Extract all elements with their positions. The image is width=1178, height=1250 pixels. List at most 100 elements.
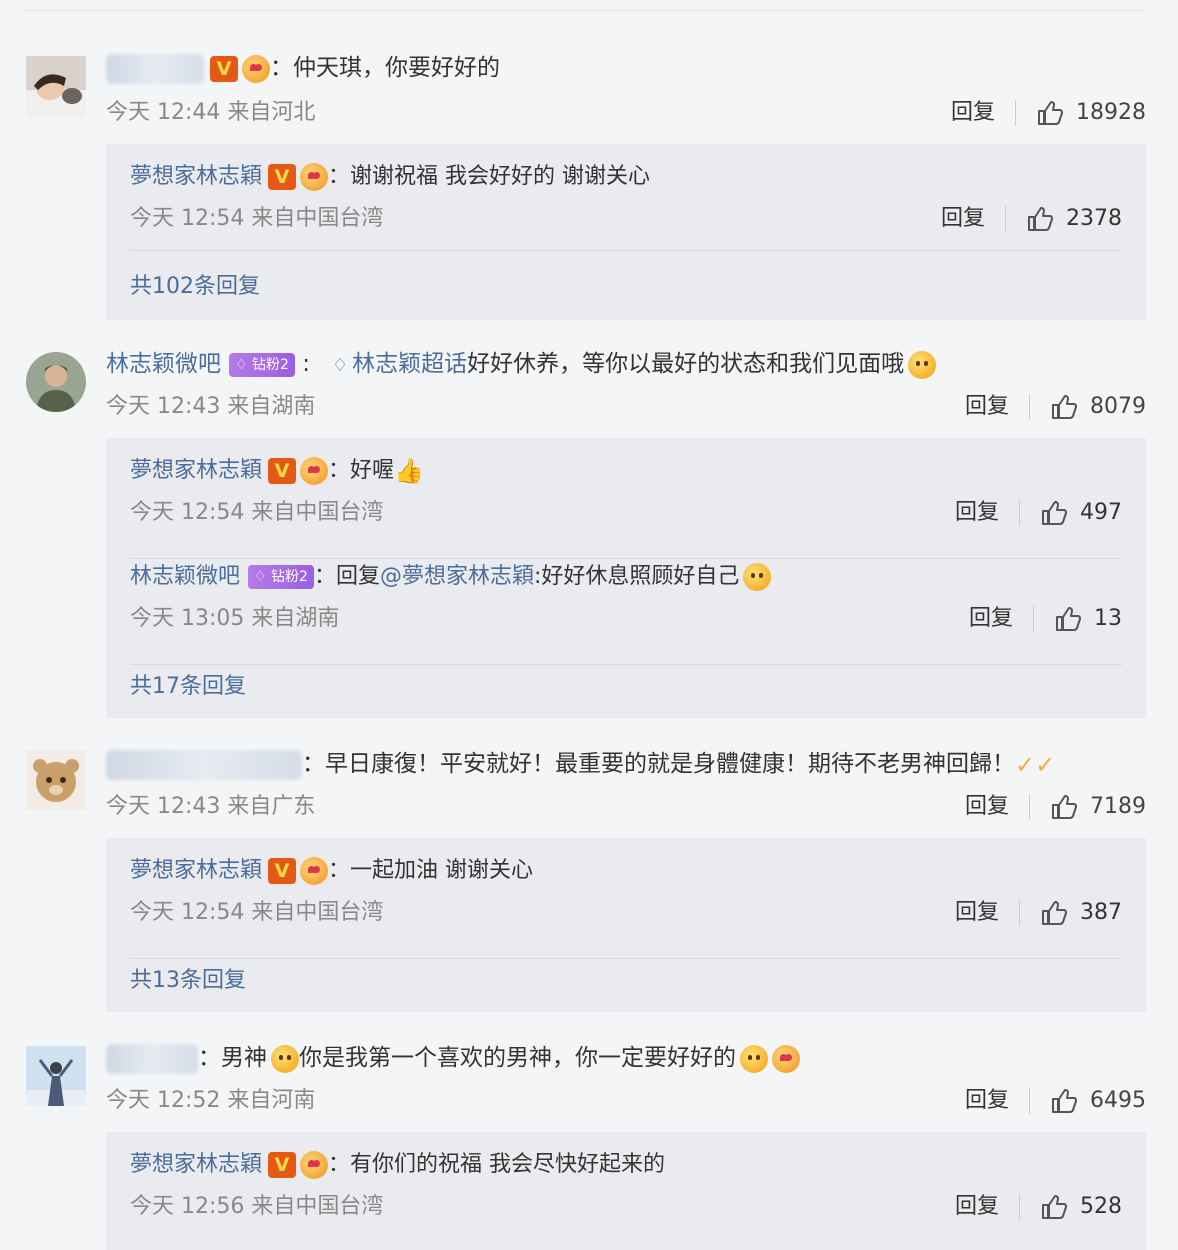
reply-divider xyxy=(130,664,1122,665)
reply-actions: 回复 13 xyxy=(969,604,1122,634)
emoji-icon xyxy=(300,163,329,191)
reply-meta: 今天 13:05 来自湖南 xyxy=(130,606,340,631)
divider xyxy=(1033,606,1034,632)
like-icon[interactable] xyxy=(1040,899,1068,927)
comment-username[interactable]: 林志颖微吧 xyxy=(106,351,221,377)
comment-meta: 今天 12:43 来自广东 xyxy=(106,794,316,819)
reply-actions: 回复 387 xyxy=(955,898,1122,928)
reply-actions: 回复 2378 xyxy=(941,204,1122,234)
fan-badge: ♢ 钻粉2 xyxy=(229,352,295,377)
username-blurred[interactable] xyxy=(106,53,204,84)
avatar[interactable] xyxy=(26,1046,86,1106)
comment-actions: 回复 8079 xyxy=(965,392,1146,422)
muscle-emoji-icon: ✓✓ xyxy=(1015,750,1056,779)
comment-meta: 今天 12:44 来自河北 xyxy=(106,100,316,125)
comment-text-a: ：男神 xyxy=(198,1045,267,1071)
reply-button[interactable]: 回复 xyxy=(965,792,1009,822)
reply-text: :好好休息照顾好自己 xyxy=(533,564,740,589)
reply-actions: 回复 528 xyxy=(955,1192,1122,1222)
divider xyxy=(1029,794,1030,820)
reply-line: 夢想家林志穎 V ：有你们的祝福 我会尽快好起来的 xyxy=(130,1148,665,1182)
reply-divider xyxy=(130,958,1122,959)
reply-line: 夢想家林志穎 V ：一起加油 谢谢关心 xyxy=(130,854,533,888)
reply-username[interactable]: 夢想家林志穎 xyxy=(130,164,262,189)
reply-actions: 回复 497 xyxy=(955,498,1122,528)
reply-button[interactable]: 回复 xyxy=(965,1086,1009,1116)
reply-button[interactable]: 回复 xyxy=(965,392,1009,422)
reply-button[interactable]: 回复 xyxy=(951,98,995,128)
username-blurred[interactable] xyxy=(106,749,302,780)
reply-username[interactable]: 夢想家林志穎 xyxy=(130,458,262,483)
verified-badge-icon: V xyxy=(268,164,297,190)
reply-username[interactable]: 林志颖微吧 xyxy=(130,564,240,589)
reply-button[interactable]: 回复 xyxy=(955,898,999,928)
top-divider xyxy=(22,10,1146,11)
like-icon[interactable] xyxy=(1050,793,1078,821)
username-blurred[interactable] xyxy=(106,1043,198,1074)
like-icon[interactable] xyxy=(1054,605,1082,633)
divider xyxy=(1029,1088,1030,1114)
comment-text: ：仲天琪，你要好好的 xyxy=(270,55,500,81)
more-replies-link[interactable]: 共102条回复 xyxy=(130,272,260,302)
like-count: 13 xyxy=(1094,606,1122,631)
like-count: 6495 xyxy=(1090,1088,1146,1113)
reply-text: ：有你们的祝福 我会尽快好起来的 xyxy=(328,1152,666,1177)
like-icon[interactable] xyxy=(1040,1193,1068,1221)
reply-button[interactable]: 回复 xyxy=(941,204,985,234)
like-icon[interactable] xyxy=(1050,1087,1078,1115)
reply-text: ：谢谢祝福 我会好好的 谢谢关心 xyxy=(328,164,651,189)
comment-actions: 回复 6495 xyxy=(965,1086,1146,1116)
like-count: 497 xyxy=(1080,500,1122,525)
reply-text: ：一起加油 谢谢关心 xyxy=(328,858,534,883)
comment-line: V ：仲天琪，你要好好的 xyxy=(106,50,500,86)
reply-box: 夢想家林志穎 V ：好喔👍 今天 12:54 来自中国台湾 回复 497 林志颖微吧… xyxy=(106,438,1146,718)
reply-button[interactable]: 回复 xyxy=(969,604,1013,634)
comment-actions: 回复 18928 xyxy=(951,98,1146,128)
reply-line: 夢想家林志穎 V ：好喔👍 xyxy=(130,454,424,488)
verified-badge-icon: V xyxy=(210,55,238,82)
mention-link[interactable]: @夢想家林志穎 xyxy=(380,564,534,589)
divider xyxy=(1005,206,1006,232)
reply-meta: 今天 12:54 来自中国台湾 xyxy=(130,206,384,231)
emoji-icon xyxy=(242,54,270,83)
divider xyxy=(1019,1194,1020,1220)
thumbs-up-emoji-icon: 👍 xyxy=(394,457,424,485)
emoji-icon xyxy=(271,1044,299,1073)
reply-box: 夢想家林志穎 V ：谢谢祝福 我会好好的 谢谢关心 今天 12:54 来自中国台湾 … xyxy=(106,144,1146,320)
like-icon[interactable] xyxy=(1040,499,1068,527)
reply-meta: 今天 12:54 来自中国台湾 xyxy=(130,500,384,525)
divider xyxy=(1015,100,1016,126)
verified-badge-icon: V xyxy=(268,1152,297,1178)
comment-meta: 今天 12:52 来自河南 xyxy=(106,1088,316,1113)
comment-line: ：男神 你是我第一个喜欢的男神，你一定要好好的 xyxy=(106,1040,800,1076)
reply-username[interactable]: 夢想家林志穎 xyxy=(130,1152,262,1177)
topic-link[interactable]: 林志颖超话 xyxy=(352,351,467,377)
divider xyxy=(1019,500,1020,526)
avatar[interactable] xyxy=(26,352,86,412)
reply-meta: 今天 12:56 来自中国台湾 xyxy=(130,1194,384,1219)
like-count: 7189 xyxy=(1090,794,1146,819)
comment-actions: 回复 7189 xyxy=(965,792,1146,822)
fan-badge: ♢ 钻粉2 xyxy=(248,565,314,589)
reply-meta: 今天 12:54 来自中国台湾 xyxy=(130,900,384,925)
more-replies-link[interactable]: 共13条回复 xyxy=(130,966,246,996)
like-icon[interactable] xyxy=(1050,393,1078,421)
diamond-icon: ♢ xyxy=(332,355,349,376)
like-icon[interactable] xyxy=(1036,99,1064,127)
reply-button[interactable]: 回复 xyxy=(955,498,999,528)
comment-line: 林志颖微吧 ♢ 钻粉2 : ♢ 林志颖超话好好休养，等你以最好的状态和我们见面哦 xyxy=(106,346,937,382)
reply-line: 夢想家林志穎 V ：谢谢祝福 我会好好的 谢谢关心 xyxy=(130,160,650,194)
like-icon[interactable] xyxy=(1026,205,1054,233)
divider xyxy=(1019,900,1020,926)
avatar[interactable] xyxy=(26,750,86,810)
reply-divider xyxy=(130,558,1122,559)
more-replies-link[interactable]: 共17条回复 xyxy=(130,672,246,702)
emoji-icon xyxy=(300,1151,329,1179)
comment-text: 好好休养，等你以最好的状态和我们见面哦 xyxy=(467,351,905,377)
reply-line: 林志颖微吧 ♢ 钻粉2 ：回复@夢想家林志穎:好好休息照顾好自己 xyxy=(130,560,772,594)
comment-line: ：早日康復！平安就好！最重要的就是身體健康！期待不老男神回歸！✓✓ xyxy=(106,746,1055,782)
reply-username[interactable]: 夢想家林志穎 xyxy=(130,858,262,883)
hug-emoji-icon xyxy=(743,563,772,591)
reply-button[interactable]: 回复 xyxy=(955,1192,999,1222)
avatar[interactable] xyxy=(26,56,86,116)
